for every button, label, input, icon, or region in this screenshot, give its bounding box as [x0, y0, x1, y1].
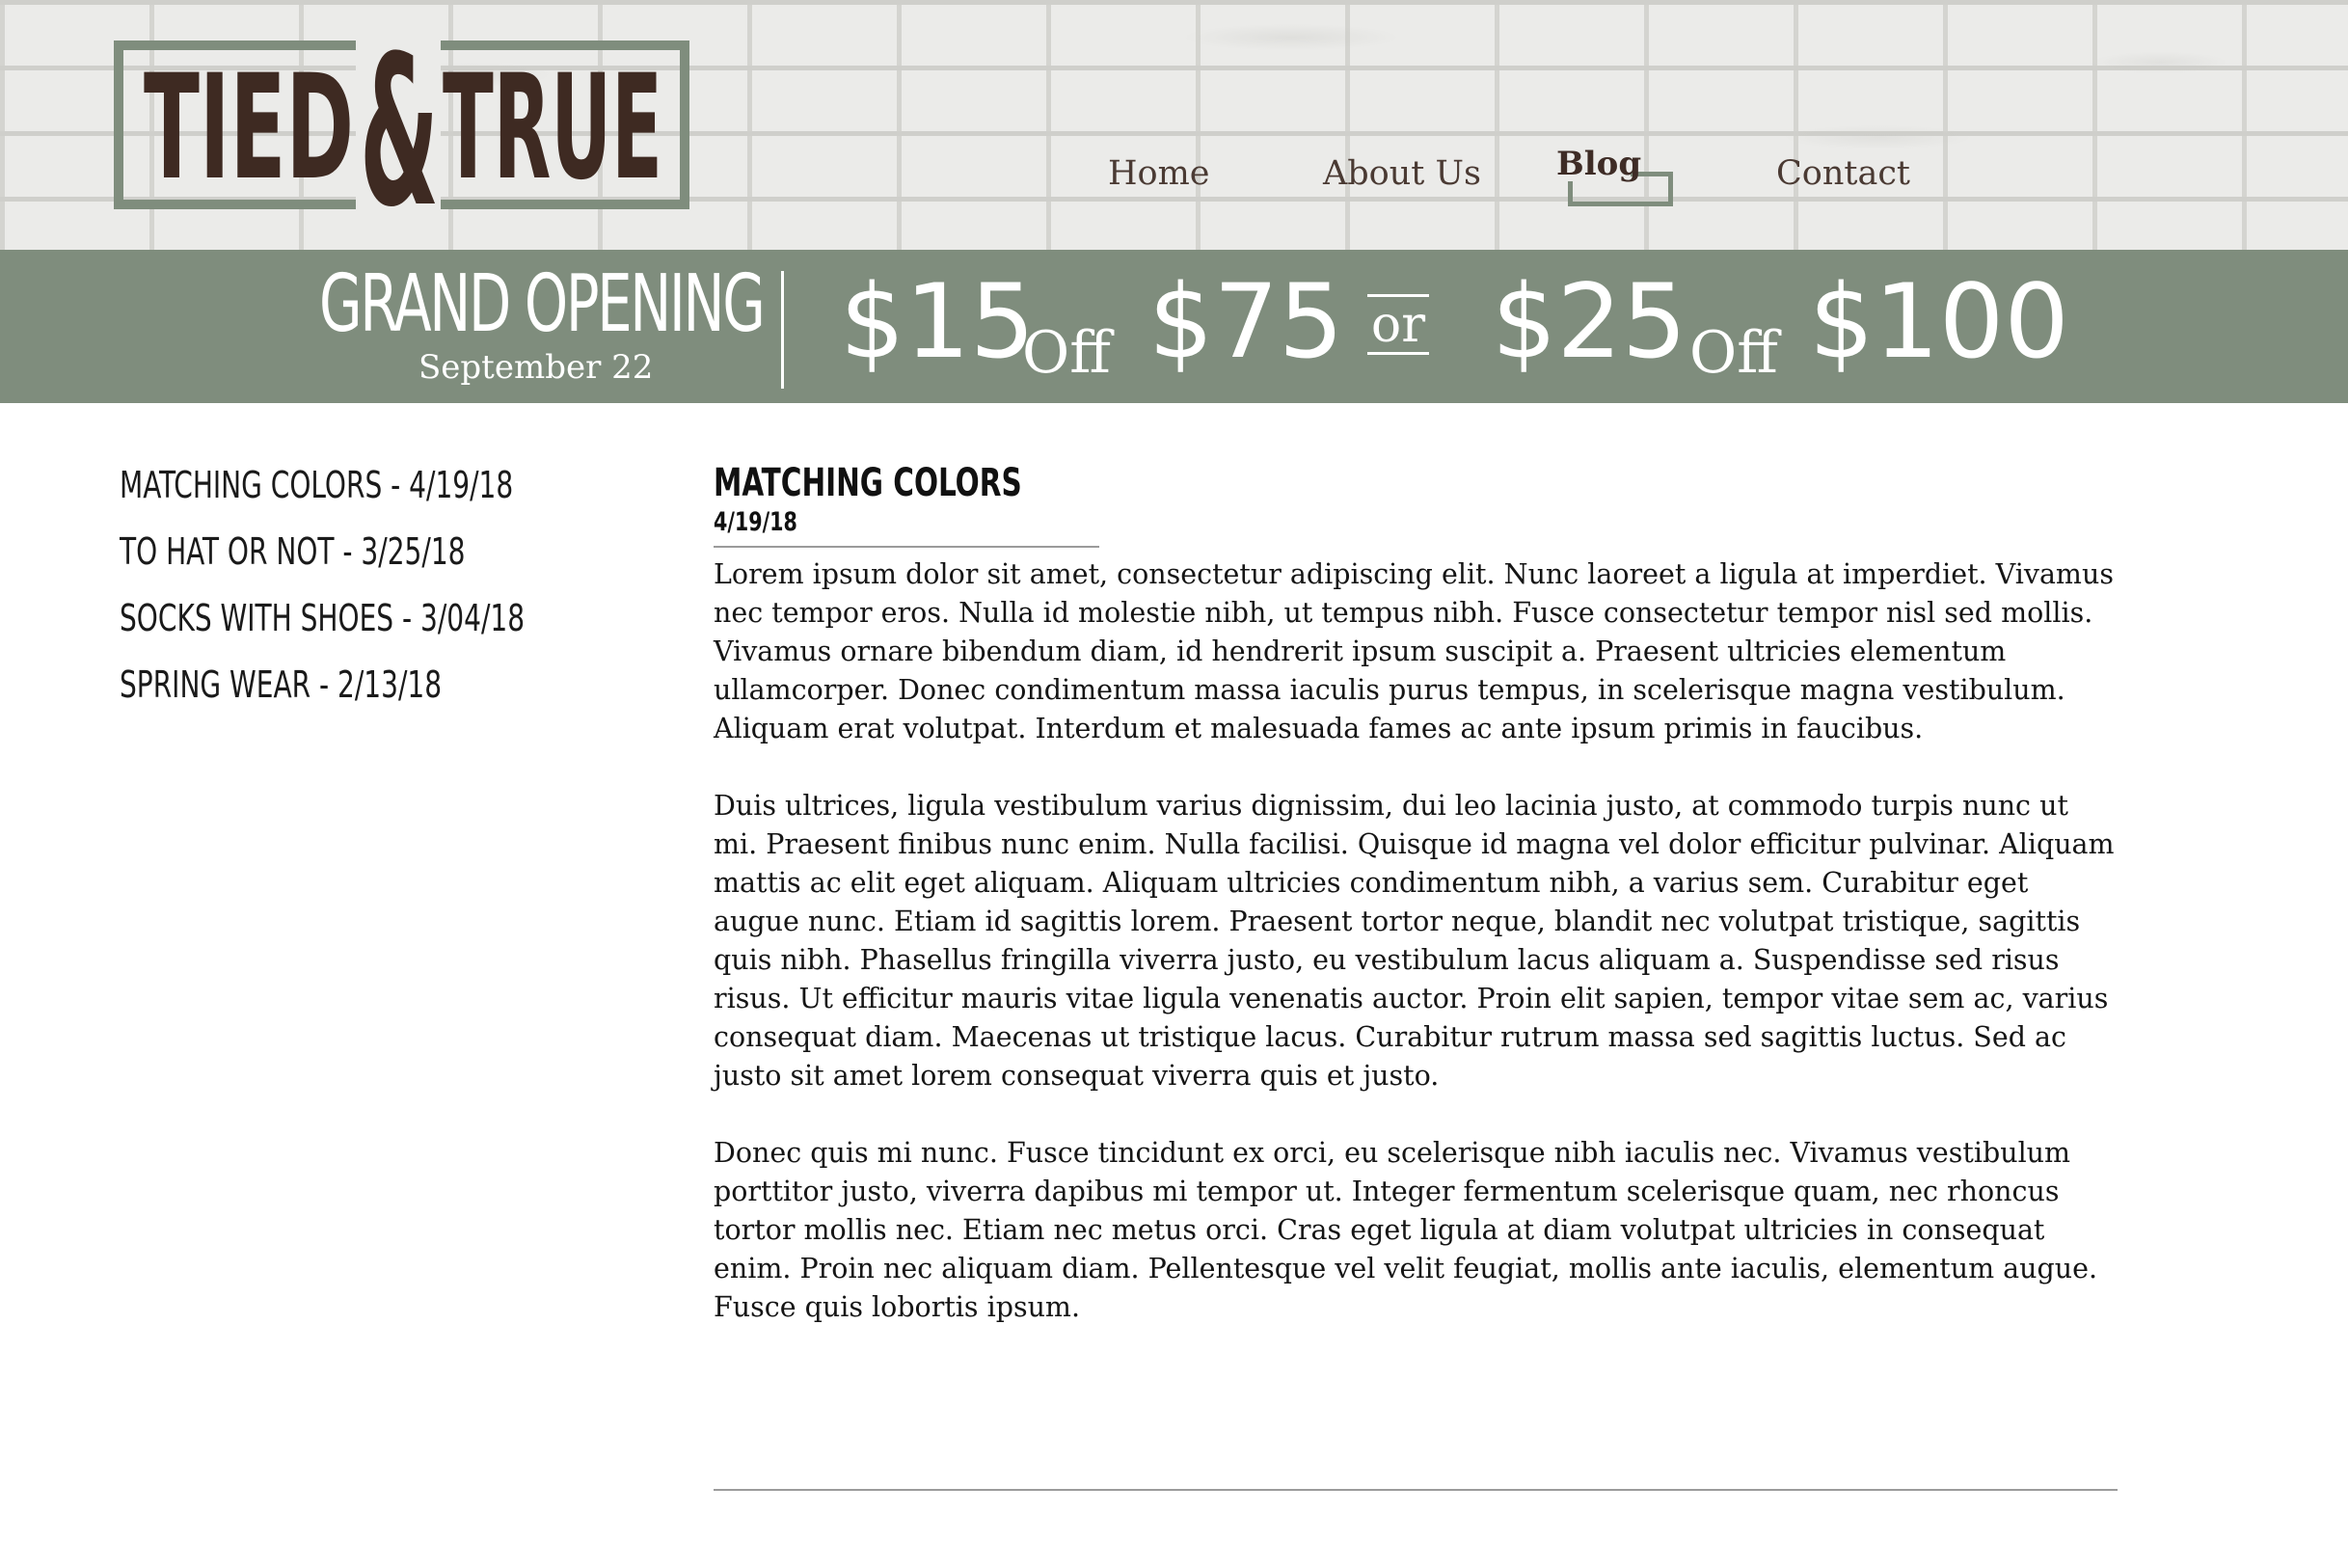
offer-or: or — [1367, 294, 1429, 355]
offer1-off: Off — [1022, 319, 1111, 387]
nav-home[interactable]: Home — [1108, 154, 1210, 193]
or-bottom-line — [1367, 352, 1429, 355]
post-link-socks-with-shoes[interactable]: Socks With Shoes - 3/04/18 — [120, 598, 562, 664]
or-text: or — [1370, 296, 1426, 354]
post-link-spring-wear[interactable]: Spring Wear - 2/13/18 — [120, 664, 562, 731]
grand-opening-date: September 22 — [418, 348, 654, 387]
nav-contact[interactable]: Contact — [1776, 154, 1910, 193]
offer2-amount: $25 — [1492, 262, 1687, 381]
article-bottom-divider — [714, 1489, 2118, 1491]
main-nav: Home About Us Blog Contact — [0, 145, 2348, 212]
article-title-divider — [714, 546, 1099, 548]
article-paragraph: Lorem ipsum dolor sit amet, consectetur … — [714, 558, 2114, 744]
article-title: Matching Colors — [714, 461, 1022, 505]
article-date: 4/19/18 — [714, 507, 797, 537]
post-link-to-hat-or-not[interactable]: To Hat Or Not - 3/25/18 — [120, 531, 562, 598]
promo-banner: GRAND OPENING September 22 $15 Off $75 o… — [0, 250, 2348, 403]
nav-blog-active[interactable]: Blog — [1556, 145, 1687, 222]
nav-about-us[interactable]: About Us — [1323, 154, 1481, 193]
article-paragraph: Duis ultrices, ligula vestibulum varius … — [714, 790, 2115, 1092]
article-paragraph: Donec quis mi nunc. Fusce tincidunt ex o… — [714, 1137, 2098, 1323]
offer1-amount: $15 — [840, 262, 1036, 381]
grand-opening-title: GRAND OPENING — [319, 258, 766, 350]
post-link-matching-colors[interactable]: Matching Colors - 4/19/18 — [120, 465, 562, 531]
offer1-threshold: $75 — [1148, 262, 1344, 381]
blog-post-list: Matching Colors - 4/19/18 To Hat Or Not … — [120, 465, 660, 731]
blog-article: Matching Colors 4/19/18 Lorem ipsum dolo… — [714, 461, 2118, 1365]
site-header: TIED & TRUE Home About Us Blog Contact — [0, 0, 2348, 250]
or-top-line — [1367, 294, 1429, 297]
banner-divider — [781, 271, 784, 389]
nav-blog[interactable]: Blog — [1556, 145, 1641, 183]
offer2-threshold: $100 — [1809, 262, 2069, 381]
offer2-off: Off — [1689, 319, 1778, 387]
